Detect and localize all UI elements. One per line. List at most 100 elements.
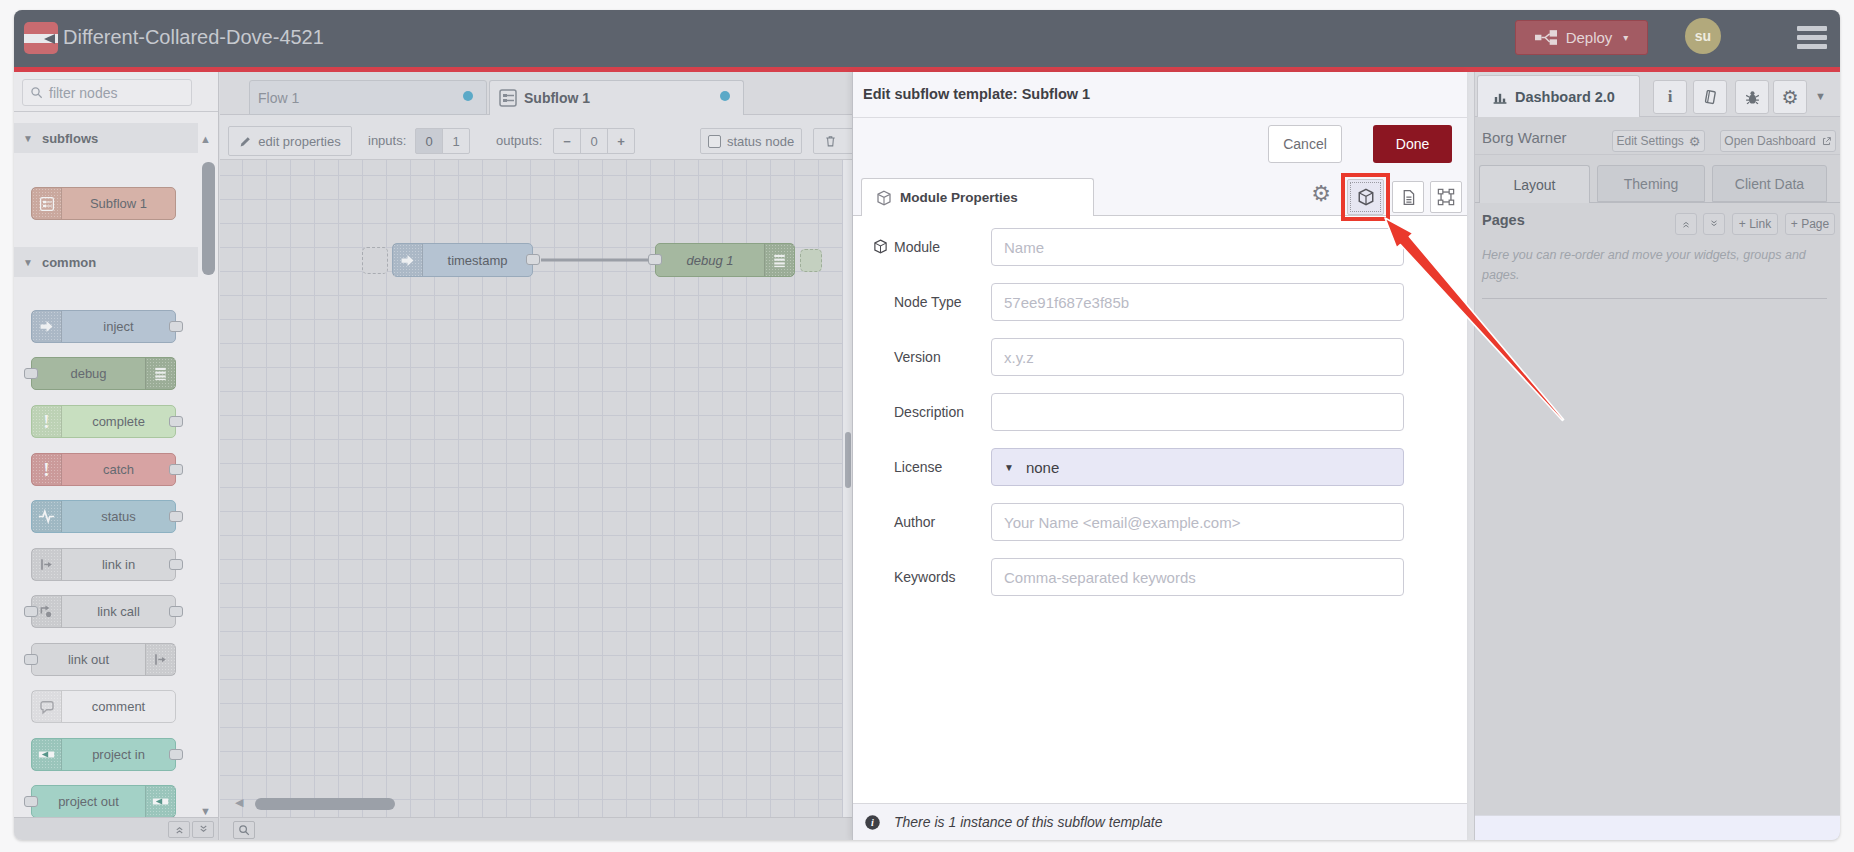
delete-subflow-button[interactable] bbox=[813, 128, 853, 154]
palette-node-link-out[interactable]: link out bbox=[31, 643, 176, 676]
open-dashboard-button[interactable]: Open Dashboard bbox=[1720, 130, 1836, 152]
palette-node-complete[interactable]: !complete bbox=[31, 405, 176, 438]
deploy-label: Deploy bbox=[1566, 29, 1613, 46]
sidebar-footer bbox=[1475, 815, 1840, 840]
node-output-port bbox=[169, 559, 183, 570]
edit-properties-button[interactable]: edit properties bbox=[228, 126, 352, 156]
cancel-button[interactable]: Cancel bbox=[1268, 125, 1342, 163]
field-input-description[interactable] bbox=[991, 393, 1404, 431]
node-output-port[interactable] bbox=[526, 254, 540, 265]
add-link-button[interactable]: + Link bbox=[1732, 213, 1778, 235]
palette-node-debug[interactable]: debug bbox=[31, 357, 176, 390]
edit-settings-button[interactable]: Edit Settings ⚙ bbox=[1612, 130, 1705, 152]
main-menu-button[interactable] bbox=[1797, 26, 1827, 53]
palette-node-label: Subflow 1 bbox=[62, 188, 175, 219]
tab-client-data[interactable]: Client Data bbox=[1712, 165, 1827, 202]
pages-move-up-button[interactable] bbox=[1675, 213, 1697, 235]
palette-search-placeholder: filter nodes bbox=[49, 85, 117, 101]
subflow-output-stub[interactable] bbox=[800, 249, 822, 272]
node-output-port bbox=[169, 749, 183, 760]
outputs-minus-button[interactable]: − bbox=[553, 128, 581, 154]
canvas-vscrollbar[interactable] bbox=[845, 432, 851, 488]
add-page-button[interactable]: + Page bbox=[1785, 213, 1835, 235]
outputs-label: outputs: bbox=[496, 128, 542, 154]
search-icon bbox=[30, 86, 43, 99]
field-label-description: Description bbox=[894, 393, 964, 431]
field-input-node-type[interactable] bbox=[991, 283, 1404, 321]
sidebar: Dashboard 2.0 i ⚙ ▼ Borg Warner Edit Set… bbox=[1475, 72, 1840, 840]
field-input-keywords[interactable] bbox=[991, 558, 1404, 596]
tab-layout[interactable]: Layout bbox=[1479, 165, 1590, 203]
palette-scrollbar[interactable] bbox=[202, 162, 215, 275]
app-header: Different-Collared-Dove-4521 Deploy ▾ su bbox=[14, 10, 1840, 67]
palette-search-input[interactable]: filter nodes bbox=[22, 79, 192, 106]
status-node-toggle[interactable]: status node bbox=[700, 128, 802, 154]
deploy-button[interactable]: Deploy ▾ bbox=[1515, 20, 1648, 55]
module-properties-icon-button[interactable] bbox=[1347, 179, 1384, 215]
tab-theming[interactable]: Theming bbox=[1597, 165, 1705, 202]
palette-node-Subflow-1[interactable]: Subflow 1 bbox=[31, 187, 176, 220]
done-button[interactable]: Done bbox=[1373, 125, 1452, 163]
field-input-author[interactable] bbox=[991, 503, 1404, 541]
canvas-node-timestamp[interactable]: timestamp bbox=[392, 243, 533, 277]
user-avatar[interactable]: su bbox=[1685, 18, 1721, 54]
palette-scroll-down-arrow[interactable]: ▼ bbox=[200, 805, 211, 817]
sidebar-tab-dashboard[interactable]: Dashboard 2.0 bbox=[1477, 75, 1640, 117]
palette-node-link-in[interactable]: link in bbox=[31, 548, 176, 581]
edit-properties-icon-button[interactable]: ⚙ bbox=[1309, 181, 1333, 207]
tab-subflow-1[interactable]: Subflow 1 bbox=[489, 80, 744, 115]
inputs-1-button[interactable]: 1 bbox=[442, 128, 470, 154]
cube-icon bbox=[876, 190, 892, 206]
palette-category-common[interactable]: ▼ common bbox=[14, 247, 198, 277]
palette-collapse-all-button[interactable] bbox=[168, 821, 190, 838]
palette-category-subflows[interactable]: ▼subflows bbox=[14, 123, 198, 153]
field-label-node-type: Node Type bbox=[894, 283, 961, 321]
node-input-port[interactable] bbox=[648, 254, 662, 265]
palette-category-label: subflows bbox=[42, 131, 98, 146]
palette-scroll-up-arrow[interactable]: ▲ bbox=[200, 133, 211, 145]
config-tab-button[interactable]: ⚙ bbox=[1773, 80, 1807, 114]
palette-node-catch[interactable]: !catch bbox=[31, 453, 176, 486]
sidebar-separator[interactable] bbox=[1467, 72, 1475, 840]
field-input-version[interactable] bbox=[991, 338, 1404, 376]
palette-node-link-call[interactable]: link call bbox=[31, 595, 176, 628]
debug-tab-button[interactable] bbox=[1735, 80, 1769, 114]
tab-module-properties[interactable]: Module Properties bbox=[861, 178, 1094, 216]
field-input-module[interactable] bbox=[991, 228, 1404, 266]
info-tab-button[interactable]: i bbox=[1653, 80, 1687, 114]
inject-icon bbox=[32, 311, 62, 342]
tab-subflow-1-unsaved-dot bbox=[720, 91, 730, 101]
palette-node-comment[interactable]: comment bbox=[31, 690, 176, 723]
pages-help-text: Here you can re-order and move your widg… bbox=[1482, 245, 1827, 285]
pencil-icon bbox=[239, 135, 252, 148]
subflow-tab-icon bbox=[498, 87, 518, 109]
palette-node-project-in[interactable]: project in bbox=[31, 738, 176, 771]
inputs-0-button[interactable]: 0 bbox=[415, 128, 443, 154]
appearance-icon-button[interactable] bbox=[1430, 181, 1462, 213]
dialog-header-divider bbox=[853, 117, 1467, 118]
node-output-port bbox=[169, 416, 183, 427]
outputs-plus-button[interactable]: + bbox=[607, 128, 635, 154]
status-node-checkbox[interactable] bbox=[708, 135, 721, 148]
deploy-dropdown-icon[interactable]: ▾ bbox=[1623, 32, 1628, 43]
field-label-license: License bbox=[894, 448, 942, 486]
canvas-node-label: timestamp bbox=[423, 244, 532, 276]
palette-node-inject[interactable]: inject bbox=[31, 310, 176, 343]
catch-icon: ! bbox=[32, 454, 62, 485]
palette-expand-all-button[interactable] bbox=[192, 821, 214, 838]
palette-node-status[interactable]: status bbox=[31, 500, 176, 533]
subflow-toolbar: edit properties inputs: 0 1 outputs: − 0… bbox=[220, 115, 853, 160]
canvas-node-debug-1[interactable]: debug 1 bbox=[655, 243, 795, 277]
pages-move-down-button[interactable] bbox=[1703, 213, 1725, 235]
tab-flow-1[interactable]: Flow 1 bbox=[249, 80, 487, 115]
palette-node-label: project in bbox=[62, 739, 175, 770]
search-flows-button[interactable] bbox=[233, 821, 255, 839]
sidebar-tabs-dropdown[interactable]: ▼ bbox=[1815, 90, 1826, 102]
chevron-down-icon: ▼ bbox=[23, 257, 33, 268]
palette-node-project-out[interactable]: project out bbox=[31, 785, 176, 818]
inputs-label: inputs: bbox=[368, 128, 406, 154]
palette-category-label: common bbox=[42, 255, 96, 270]
field-select-license[interactable]: ▼none bbox=[991, 448, 1404, 486]
description-icon-button[interactable] bbox=[1392, 181, 1424, 213]
help-tab-button[interactable] bbox=[1693, 80, 1727, 114]
